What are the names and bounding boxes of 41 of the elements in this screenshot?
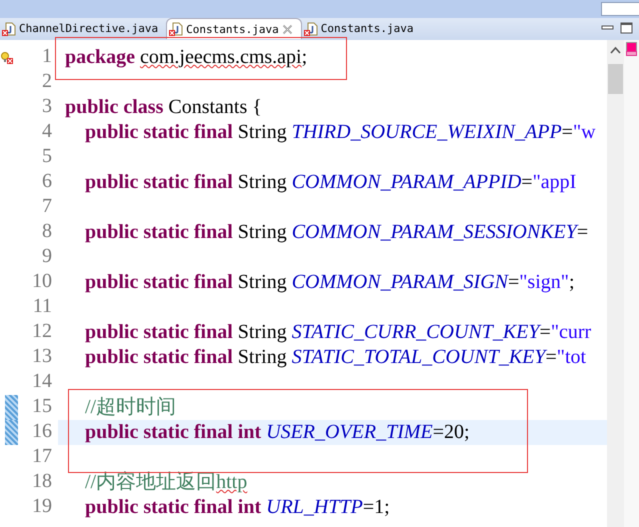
quick-access-field[interactable] bbox=[601, 2, 639, 16]
line-number: 7 bbox=[41, 195, 52, 219]
line-number: 17 bbox=[31, 445, 52, 469]
line-number: 15 bbox=[31, 395, 52, 419]
code-line: public static final int URL_HTTP=1; bbox=[85, 495, 390, 520]
maximize-icon[interactable] bbox=[620, 22, 633, 34]
line-number: 4 bbox=[41, 120, 52, 144]
line-number: 19 bbox=[31, 495, 52, 519]
quick-fix-error-icon[interactable] bbox=[0, 50, 14, 64]
code-line: public class Constants { bbox=[65, 95, 262, 120]
code-line: public static final String STATIC_TOTAL_COUNT_KEY="tot bbox=[85, 345, 586, 370]
line-number: 18 bbox=[31, 470, 52, 494]
editor-tab[interactable]: Constants.java bbox=[302, 18, 422, 39]
line-number: 11 bbox=[32, 295, 52, 319]
line-number: 1 bbox=[41, 45, 52, 69]
vertical-scrollbar[interactable] bbox=[607, 40, 624, 527]
code-line: public static final String STATIC_CURR_COUNT_KEY="curr bbox=[85, 320, 592, 345]
line-number: 14 bbox=[31, 370, 52, 394]
editor-tab[interactable]: ChannelDirective.java bbox=[0, 18, 166, 39]
line-number: 9 bbox=[41, 245, 52, 269]
line-number: 12 bbox=[31, 320, 52, 344]
error-marker[interactable] bbox=[626, 51, 637, 56]
code-line: public static final int USER_OVER_TIME=20; bbox=[85, 420, 470, 445]
line-number: 5 bbox=[41, 145, 52, 169]
close-icon[interactable] bbox=[282, 24, 293, 34]
code-comment: //超时时间 bbox=[85, 395, 176, 420]
scroll-thumb[interactable] bbox=[608, 64, 623, 94]
code-line: public static final String COMMON_PARAM_SIGN="sign"; bbox=[85, 270, 574, 295]
line-number: 10 bbox=[31, 270, 52, 294]
code-line: public static final String THIRD_SOURCE_WEIXIN_APP="w bbox=[85, 120, 596, 145]
scroll-up-icon[interactable] bbox=[610, 46, 621, 54]
line-number: 2 bbox=[41, 70, 52, 94]
code-line: public static final String COMMON_PARAM_APPID="appI bbox=[85, 170, 576, 195]
line-number: 3 bbox=[41, 95, 52, 119]
code-line: public static final String COMMON_PARAM_SESSIONKEY= bbox=[85, 220, 588, 245]
line-number: 16 bbox=[31, 420, 52, 444]
code-line: package com.jeecms.cms.api; bbox=[65, 45, 308, 70]
editor-tab[interactable]: Constants.java bbox=[166, 18, 302, 39]
line-number: 13 bbox=[31, 345, 52, 369]
line-number: 8 bbox=[41, 220, 52, 244]
line-number: 6 bbox=[41, 170, 52, 194]
